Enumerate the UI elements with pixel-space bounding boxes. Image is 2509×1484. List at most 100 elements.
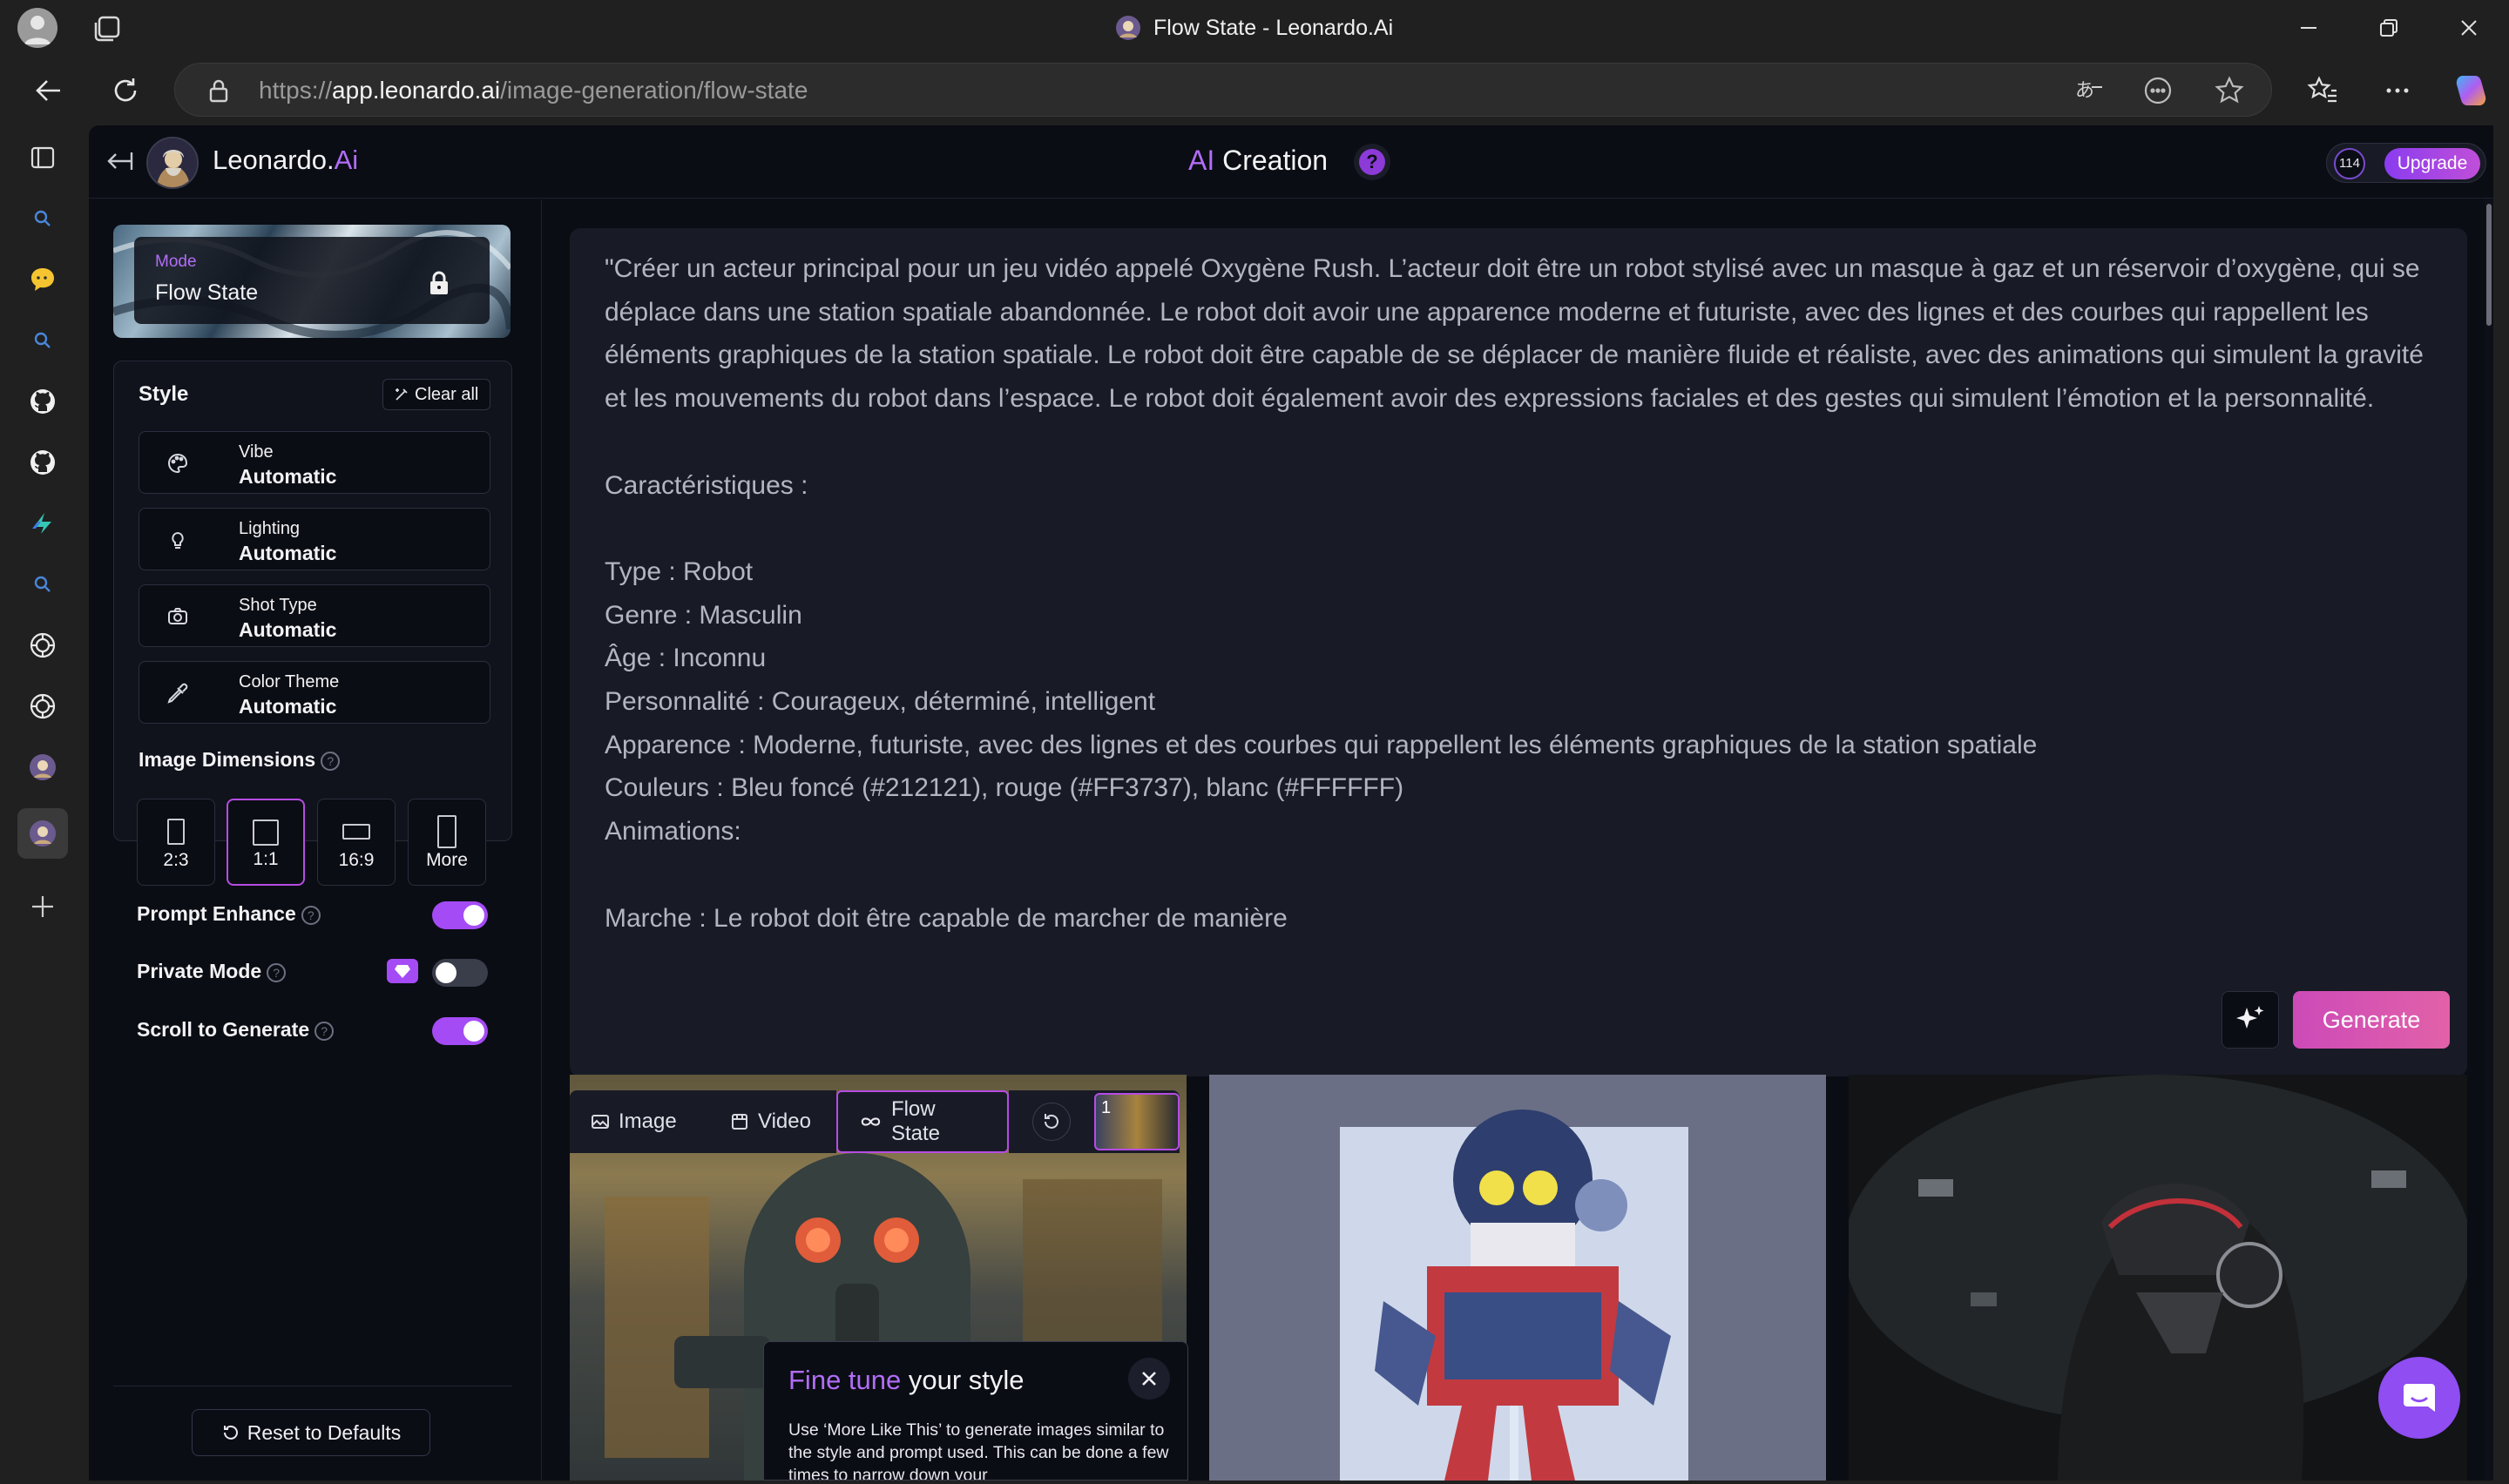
clear-all-button[interactable]: Clear all [382,379,490,410]
settings-more-button[interactable] [2375,68,2420,113]
refresh-history-button[interactable] [1009,1090,1094,1153]
add-app-icon[interactable] [23,887,63,927]
help-button[interactable]: ? [1354,144,1390,180]
search-icon-2[interactable] [23,320,63,361]
help-circle-icon[interactable]: ? [314,1021,335,1041]
page-title-accent: AI [1188,145,1215,176]
lock-icon [430,271,448,294]
shot-type-value: Automatic [239,618,337,641]
tab-video-label: Video [758,1110,811,1133]
tab-actions-icon[interactable] [91,12,124,45]
prompt-box[interactable]: "Créer un acteur principal pour un jeu v… [570,228,2467,1076]
generated-image-3[interactable] [1849,1075,2467,1481]
copilot-button[interactable] [2448,68,2493,113]
tab-video[interactable]: Video [709,1090,836,1153]
dimensions-title-text: Image Dimensions [139,748,316,771]
window-title-text: Flow State - Leonardo.Ai [1153,15,1394,40]
generate-button[interactable]: Generate [2293,991,2450,1049]
history-thumbnail[interactable]: 1 [1094,1093,1180,1150]
url-text[interactable]: https://app.leonardo.ai/image-generation… [259,77,808,105]
page-title-text: Creation [1222,145,1329,176]
dimension-16-9-label: 16:9 [338,850,375,870]
dimensions-title: Image Dimensions? [139,748,341,772]
tooltip-title-accent: Fine tune [788,1365,902,1395]
close-icon [2461,20,2477,36]
close-icon [1142,1372,1156,1386]
prompt-textarea[interactable]: "Créer un acteur principal pour un jeu v… [605,247,2434,940]
search-icon[interactable] [23,199,63,239]
color-theme-value: Automatic [239,695,337,718]
private-mode-toggle[interactable] [432,959,488,987]
profile-avatar[interactable] [17,8,57,48]
sidebar-tabs-icon[interactable] [23,138,63,178]
openai-icon[interactable] [23,625,63,665]
leonardo-app-icon[interactable] [23,747,63,787]
favorites-button[interactable] [2300,68,2345,113]
scrollbar-thumb[interactable] [2486,204,2492,326]
arrow-left-icon [36,80,60,101]
prompt-improve-button[interactable] [2222,991,2279,1049]
infinity-icon [861,1117,881,1126]
prompt-enhance-row: Prompt Enhance? [137,902,321,926]
openai-icon-2[interactable] [23,686,63,726]
collapse-sidebar-icon[interactable] [105,148,134,174]
mode-label: Mode [155,253,197,271]
prompt-enhance-label: Prompt Enhance [137,902,296,925]
scroll-to-generate-toggle[interactable] [432,1017,488,1045]
leonardo-app-icon-active[interactable] [17,808,68,859]
leonardo-logo[interactable] [146,137,199,189]
history-badge: 1 [1101,1098,1112,1117]
shot-type-selector[interactable]: Shot Type Automatic [139,584,490,647]
back-button[interactable] [26,68,71,113]
settings-sidebar: Mode Flow State Style Clear all Vibe Aut… [89,199,542,1481]
dimension-1-1[interactable]: 1:1 [227,799,305,886]
chat-launcher-button[interactable] [2378,1357,2460,1439]
github-icon[interactable] [23,381,63,422]
more-tools-icon[interactable] [2140,73,2175,108]
brand-suffix: Ai [334,145,359,175]
dimension-2-3-label: 2:3 [163,850,189,870]
clear-all-label: Clear all [415,384,479,404]
fine-tune-tooltip: Fine tune your style Use ‘More Like This… [763,1341,1188,1481]
tab-image[interactable]: Image [570,1090,709,1153]
mode-card[interactable]: Mode Flow State [113,225,511,338]
address-bar[interactable]: https://app.leonardo.ai/image-generation… [174,63,2272,117]
lighting-value: Automatic [239,542,337,564]
portrait-shape-icon [167,819,185,845]
mode-box: Mode Flow State [134,237,490,324]
github-icon-2[interactable] [23,442,63,482]
refresh-button[interactable] [103,68,148,113]
help-circle-icon[interactable]: ? [301,905,321,925]
toggle-knob [436,962,456,983]
bolt-app-icon[interactable] [23,503,63,543]
url-host: app.leonardo.ai [332,77,501,104]
color-theme-selector[interactable]: Color Theme Automatic [139,661,490,724]
browser-toolbar: https://app.leonardo.ai/image-generation… [0,56,2509,125]
favorite-star-icon[interactable] [2212,73,2247,108]
reset-defaults-button[interactable]: Reset to Defaults [192,1409,430,1456]
dimension-2-3[interactable]: 2:3 [137,799,215,886]
minimize-button[interactable] [2282,9,2335,47]
vibe-selector[interactable]: Vibe Automatic [139,431,490,494]
close-window-button[interactable] [2443,9,2495,47]
lighting-selector[interactable]: Lighting Automatic [139,508,490,570]
upgrade-button[interactable]: Upgrade [2384,148,2480,179]
brand-name[interactable]: Leonardo.Ai [213,145,358,176]
search-icon-3[interactable] [23,564,63,604]
tab-flow-state[interactable]: Flow State [836,1090,1009,1153]
prompt-enhance-toggle[interactable] [432,901,488,929]
help-circle-icon[interactable]: ? [267,962,287,982]
generated-image-2[interactable] [1209,1075,1826,1481]
tooltip-close-button[interactable] [1128,1358,1170,1400]
translate-icon[interactable]: あ [2071,73,2106,108]
dimension-more[interactable]: More [408,799,486,886]
scrollbar-track[interactable] [2485,199,2493,1481]
app-header: Leonardo.Ai AI Creation ? 114 Upgrade [89,125,2493,199]
help-circle-icon[interactable]: ? [321,751,341,771]
chat-bubble-icon[interactable] [23,260,63,300]
restore-button[interactable] [2363,9,2415,47]
dimension-more-label: More [426,850,468,870]
lock-icon[interactable] [201,73,236,108]
minimize-icon [2301,27,2316,29]
dimension-16-9[interactable]: 16:9 [317,799,396,886]
